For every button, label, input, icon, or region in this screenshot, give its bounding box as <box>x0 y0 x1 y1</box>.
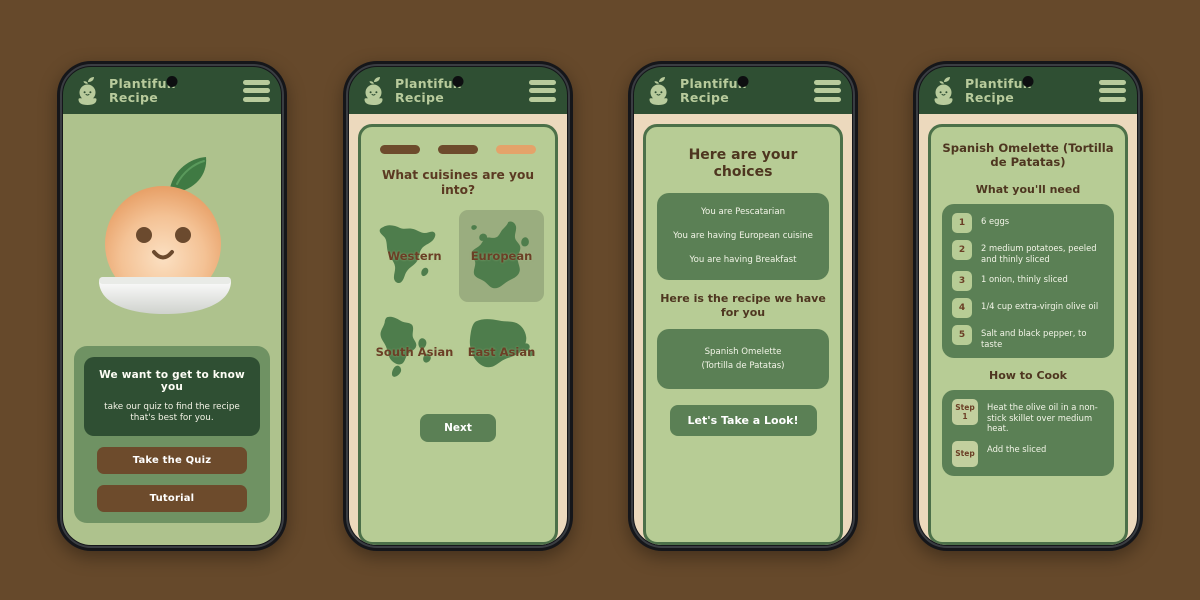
recipe-screen-body: Spanish Omelette (Tortilla de Patatas) W… <box>919 114 1137 545</box>
orange-mascot-in-bowl-icon <box>99 156 231 314</box>
progress-step-3 <box>496 145 536 154</box>
hamburger-menu-icon[interactable] <box>1099 79 1126 102</box>
cooking-step-row: Step 1 Heat the olive oil in a non-stick… <box>952 399 1104 434</box>
cooking-steps-list: Step 1 Heat the olive oil in a non-stick… <box>942 390 1114 476</box>
sprout-pot-icon <box>364 76 383 105</box>
recipe-name-line-1: Spanish Omelette <box>704 347 782 357</box>
ingredient-text: 6 eggs <box>981 216 1010 226</box>
ingredient-number: 5 <box>952 325 972 345</box>
welcome-subtext: take our quiz to find the recipe that's … <box>104 402 240 423</box>
take-the-quiz-button[interactable]: Take the Quiz <box>97 447 247 474</box>
recipe-title: Spanish Omelette (Tortilla de Patatas) <box>942 141 1114 169</box>
hamburger-menu-icon[interactable] <box>814 79 841 102</box>
ingredients-heading: What you'll need <box>975 183 1081 196</box>
ingredient-text: 1 onion, thinly sliced <box>981 274 1068 284</box>
cooking-step-row: Step Add the sliced <box>952 440 1104 467</box>
cuisine-option-label: East Asian <box>467 344 536 359</box>
ingredient-row: 1 6 eggs <box>952 213 1104 233</box>
ingredient-row: 5 Salt and black pepper, to taste <box>952 325 1104 349</box>
ingredient-text: Salt and black pepper, to taste <box>981 328 1087 349</box>
recipe-heading: Here is the recipe we have for you <box>660 292 826 319</box>
cuisine-option-label: Western <box>387 248 442 263</box>
cooking-step-label: Step <box>952 440 978 467</box>
next-button[interactable]: Next <box>420 414 496 442</box>
sprout-pot-icon <box>649 76 668 105</box>
welcome-screen-body: We want to get to know you take our quiz… <box>63 114 281 545</box>
cuisine-option-east-asian[interactable]: East Asian <box>459 306 544 398</box>
phone-mockup-choices: Plantifull Recipe Here are your choices … <box>628 61 858 551</box>
welcome-heading: We want to get to know you <box>99 369 245 393</box>
choices-card: Here are your choices You are Pescataria… <box>643 124 843 545</box>
welcome-message-box: We want to get to know you take our quiz… <box>84 357 260 436</box>
phone-mockup-recipe: Plantifull Recipe Spanish Omelette (Tort… <box>913 61 1143 551</box>
camera-notch-icon <box>737 76 749 87</box>
quiz-screen-body: What cuisines are you into? Western Euro… <box>349 114 567 545</box>
progress-step-1 <box>380 145 420 154</box>
ingredient-number: 1 <box>952 213 972 233</box>
phone-mockup-welcome: Plantifull Recipe We want to get to know… <box>57 61 287 551</box>
ingredient-row: 3 1 onion, thinly sliced <box>952 271 1104 291</box>
app-header: Plantifull Recipe <box>634 67 852 114</box>
cooking-step-text: Heat the olive oil in a non-stick skille… <box>987 402 1098 433</box>
cooking-step-text: Add the sliced <box>987 443 1047 454</box>
cuisine-options-grid: Western European South Asian East Asian <box>372 210 544 398</box>
lets-take-a-look-button[interactable]: Let's Take a Look! <box>669 405 817 436</box>
app-header: Plantifull Recipe <box>919 67 1137 114</box>
cooking-step-label: Step 1 <box>952 399 978 425</box>
camera-notch-icon <box>1022 76 1034 87</box>
cuisine-option-label: European <box>470 248 533 263</box>
app-header: Plantifull Recipe <box>63 67 281 114</box>
cuisine-option-western[interactable]: Western <box>372 210 457 302</box>
hamburger-menu-icon[interactable] <box>529 79 556 102</box>
quiz-card: What cuisines are you into? Western Euro… <box>358 124 558 545</box>
choice-item: You are Pescatarian <box>700 207 786 217</box>
welcome-panel: We want to get to know you take our quiz… <box>74 346 270 523</box>
recipe-name-line-2: (Tortilla de Patatas) <box>701 361 785 371</box>
hero-illustration <box>63 114 281 342</box>
quiz-question: What cuisines are you into? <box>381 168 535 197</box>
ingredients-list: 1 6 eggs 2 2 medium potatoes, peeled and… <box>942 204 1114 358</box>
camera-notch-icon <box>166 76 178 87</box>
tutorial-button[interactable]: Tutorial <box>97 485 247 512</box>
ingredient-row: 4 1/4 cup extra-virgin olive oil <box>952 298 1104 318</box>
choices-summary-box: You are Pescatarian You are having Europ… <box>657 193 829 280</box>
cuisine-option-south-asian[interactable]: South Asian <box>372 306 457 398</box>
ingredient-row: 2 2 medium potatoes, peeled and thinly s… <box>952 240 1104 264</box>
ingredient-number: 4 <box>952 298 972 318</box>
steps-heading: How to Cook <box>989 369 1067 382</box>
choice-item: You are having European cuisine <box>673 231 813 241</box>
cuisine-option-european[interactable]: European <box>459 210 544 302</box>
camera-notch-icon <box>452 76 464 87</box>
sprout-pot-icon <box>78 76 97 105</box>
recipe-name-box[interactable]: Spanish Omelette (Tortilla de Patatas) <box>657 329 829 389</box>
choices-screen-body: Here are your choices You are Pescataria… <box>634 114 852 545</box>
ingredient-number: 2 <box>952 240 972 260</box>
choice-item: You are having Breakfast <box>689 255 797 265</box>
progress-indicator <box>372 145 544 154</box>
ingredient-number: 3 <box>952 271 972 291</box>
ingredient-text: 1/4 cup extra-virgin olive oil <box>981 301 1099 311</box>
recipe-card[interactable]: Spanish Omelette (Tortilla de Patatas) W… <box>928 124 1128 545</box>
sprout-pot-icon <box>934 76 953 105</box>
choices-title: Here are your choices <box>688 147 798 180</box>
progress-step-2 <box>438 145 478 154</box>
cuisine-option-label: South Asian <box>375 344 454 359</box>
ingredient-text: 2 medium potatoes, peeled and thinly sli… <box>981 243 1097 264</box>
app-header: Plantifull Recipe <box>349 67 567 114</box>
screenshot-stage: Plantifull Recipe We want to get to know… <box>0 0 1200 600</box>
hamburger-menu-icon[interactable] <box>243 79 270 102</box>
phone-mockup-quiz: Plantifull Recipe What cuisines are you … <box>343 61 573 551</box>
